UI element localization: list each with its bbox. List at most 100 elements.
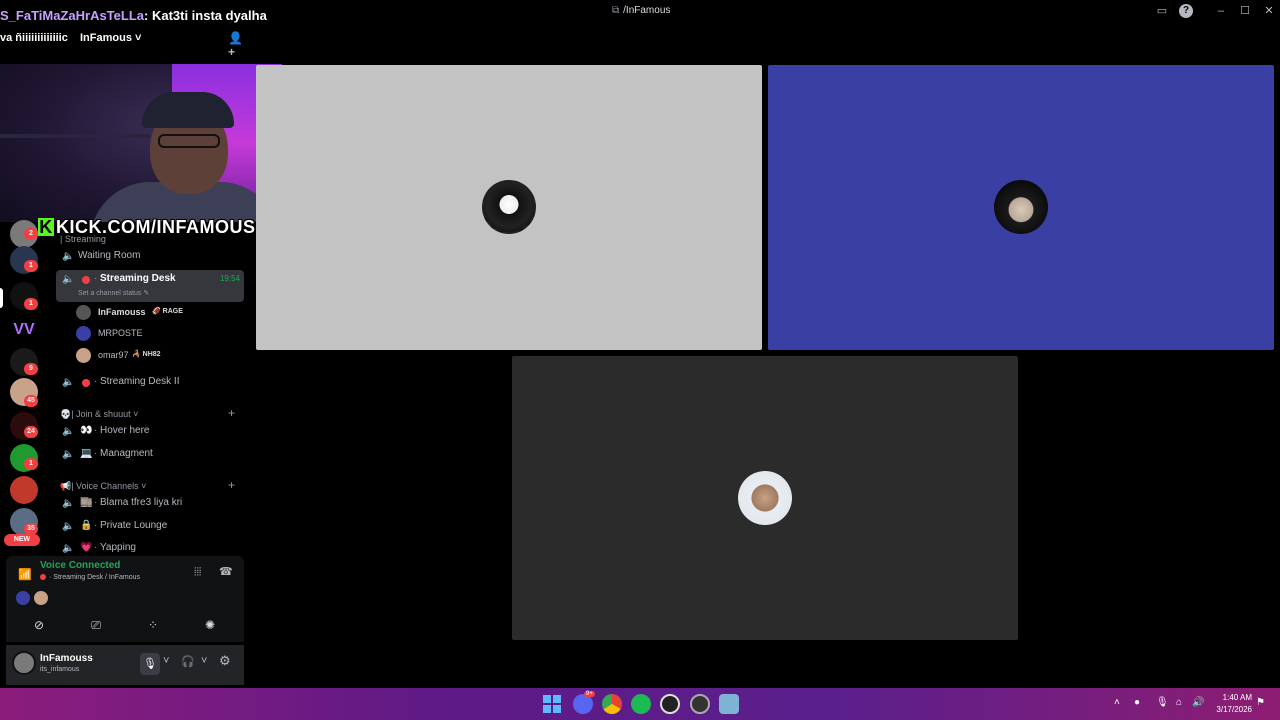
channel-name: Waiting Room: [78, 250, 141, 261]
live-dot-icon: [82, 379, 90, 387]
lock-icon: 🔒: [80, 520, 93, 531]
chat-username: S_FaTiMaZaHrAsTeLLa: [0, 8, 145, 23]
video-tile-mrposte[interactable]: [768, 65, 1274, 350]
new-badge: NEW: [4, 534, 40, 546]
volume-icon[interactable]: 🔊: [1192, 697, 1204, 708]
remote-desktop-icon[interactable]: [719, 694, 739, 714]
channel-yapping[interactable]: 🔈 💗 · Yapping: [56, 539, 244, 553]
server-icon-vv[interactable]: VV: [10, 316, 38, 344]
live-dot-icon: [40, 574, 46, 580]
chevron-down-icon[interactable]: ˅: [201, 655, 207, 667]
disconnect-icon[interactable]: ☎: [219, 565, 233, 578]
avatar[interactable]: [16, 591, 30, 605]
category-voice[interactable]: 📢| Voice Channels ˅: [60, 481, 146, 492]
avatar: [76, 305, 91, 320]
mention-badge: 1: [24, 458, 38, 470]
chrome-icon[interactable]: [602, 694, 622, 714]
tag-text: NH82: [142, 351, 161, 358]
headphones-icon[interactable]: 🎧: [181, 655, 195, 668]
tag-icon: 🦂: [132, 351, 141, 358]
inbox-icon[interactable]: ▭: [1155, 4, 1169, 18]
channel-streaming-desk[interactable]: 🔈 · Streaming Desk 19:54 Set a channel s…: [56, 270, 244, 302]
invite-people-icon[interactable]: 👤+: [228, 31, 245, 59]
channel-managment[interactable]: 🔈 💻 · Managment: [56, 445, 244, 465]
channel-private-lounge[interactable]: 🔈 🔒 · Private Lounge: [56, 517, 244, 537]
clock-time: 1:40 AM: [1222, 693, 1252, 702]
system-clock[interactable]: 1:40 AM 3/17/2026: [1208, 692, 1252, 716]
speaker-icon: 🔈: [62, 426, 75, 437]
server-name[interactable]: InFamous ˅: [80, 32, 141, 44]
yap-icon: 💗: [80, 542, 93, 553]
stream-chat-overlay: S_FaTiMaZaHrAsTeLLa: Kat3ti insta dyalha: [0, 8, 267, 23]
avatar[interactable]: [12, 651, 36, 675]
tray-overflow-icon[interactable]: ˄: [1114, 697, 1120, 708]
microphone-icon[interactable]: 🎙: [140, 653, 160, 675]
activities-icon[interactable]: ⁘: [133, 614, 173, 636]
voice-connected-title[interactable]: Voice Connected: [40, 560, 120, 571]
discord-icon[interactable]: [573, 694, 593, 714]
window-title-text: /InFamous: [623, 5, 671, 16]
soundboard-icon[interactable]: ✺: [190, 614, 230, 636]
channel-list: | Streaming 🔈 Waiting Room 🔈 · Streaming…: [52, 233, 245, 555]
mention-badge: 45: [24, 395, 38, 407]
avatar[interactable]: [34, 591, 48, 605]
channel-name: Blama tfre3 liya kri: [100, 497, 183, 508]
discord-badge: 9+: [584, 691, 595, 697]
channel-streaming-desk-2[interactable]: 🔈 · Streaming Desk II: [56, 373, 244, 393]
store-icon: 🏬: [80, 497, 93, 508]
notification-icon[interactable]: ⚑: [1256, 697, 1265, 708]
add-channel-icon[interactable]: +: [228, 406, 235, 420]
category-streaming[interactable]: | Streaming: [60, 234, 106, 244]
minimize-icon[interactable]: –: [1214, 4, 1228, 18]
add-channel-icon[interactable]: +: [228, 478, 235, 492]
server-icon-pepe[interactable]: [10, 476, 38, 504]
channel-separator: ·: [94, 542, 98, 553]
mention-badge: 9: [24, 363, 38, 375]
gear-icon[interactable]: ⚙: [219, 653, 231, 669]
maximize-icon[interactable]: ☐: [1238, 4, 1252, 18]
voice-timer: 19:54: [219, 274, 240, 283]
channel-separator: ·: [94, 497, 98, 508]
webcam-person-glasses: [158, 134, 220, 148]
user-name[interactable]: InFamouss: [40, 653, 93, 664]
voice-connected-channel[interactable]: · Streaming Desk / InFamous: [40, 574, 140, 581]
server-header[interactable]: va ñiiiiiiiiiiiiic InFamous ˅ 👤+: [0, 30, 245, 59]
channel-status[interactable]: Set a channel status ✎: [78, 289, 149, 297]
channel-hover-here[interactable]: 🔈 👀 · Hover here: [56, 422, 244, 442]
mention-badge: 2: [24, 228, 38, 240]
screen-share-icon[interactable]: ⎚: [76, 614, 116, 636]
close-icon[interactable]: ✕: [1262, 4, 1276, 18]
tray-app-icon[interactable]: ●: [1134, 697, 1140, 708]
video-tile-omar97[interactable]: [512, 356, 1018, 640]
user-tag: 🏈 RAGE: [152, 307, 183, 315]
speaker-icon: 🔈: [62, 449, 75, 460]
voice-connected-panel: 📶 Voice Connected · Streaming Desk / InF…: [6, 556, 244, 642]
video-tile-infamouss[interactable]: [256, 65, 762, 350]
chevron-down-icon[interactable]: ˅: [163, 655, 169, 667]
mention-badge: 24: [24, 426, 38, 438]
signal-icon[interactable]: 📶: [18, 568, 32, 581]
noise-suppression-icon[interactable]: ⦙⦙⦙: [194, 566, 201, 579]
channel-separator: ·: [94, 520, 98, 531]
windows-start-icon[interactable]: [543, 695, 561, 713]
camera-off-icon[interactable]: ⊘: [19, 614, 59, 636]
channel-waiting-room[interactable]: 🔈 Waiting Room: [56, 247, 244, 267]
streaming-app-icon[interactable]: [690, 694, 710, 714]
channel-separator: ·: [94, 376, 98, 387]
laptop-icon: 💻: [80, 448, 93, 459]
voice-user-name: MRPOSTE: [98, 328, 143, 338]
avatar: [76, 348, 91, 363]
spotify-icon[interactable]: [631, 694, 651, 714]
tray-mic-icon[interactable]: 🎙: [1156, 697, 1169, 708]
channel-name: Yapping: [100, 542, 136, 553]
webcam-shelf: [0, 134, 150, 138]
discord-window: ⧉/InFamous ▭ ? – ☐ ✕ va ñiiiiiiiiiiiiic …: [0, 0, 1280, 720]
live-dot-icon: [82, 276, 90, 284]
network-icon[interactable]: ⌂: [1176, 697, 1182, 708]
obs-icon[interactable]: [660, 694, 680, 714]
avatar: [994, 180, 1048, 234]
channel-blama[interactable]: 🔈 🏬 · Blama tfre3 liya kri: [56, 494, 244, 514]
help-icon[interactable]: ?: [1179, 4, 1193, 18]
category-join[interactable]: 💀| Join & shuuut ˅: [60, 409, 138, 420]
speaker-active-icon: 🔈: [62, 274, 75, 285]
